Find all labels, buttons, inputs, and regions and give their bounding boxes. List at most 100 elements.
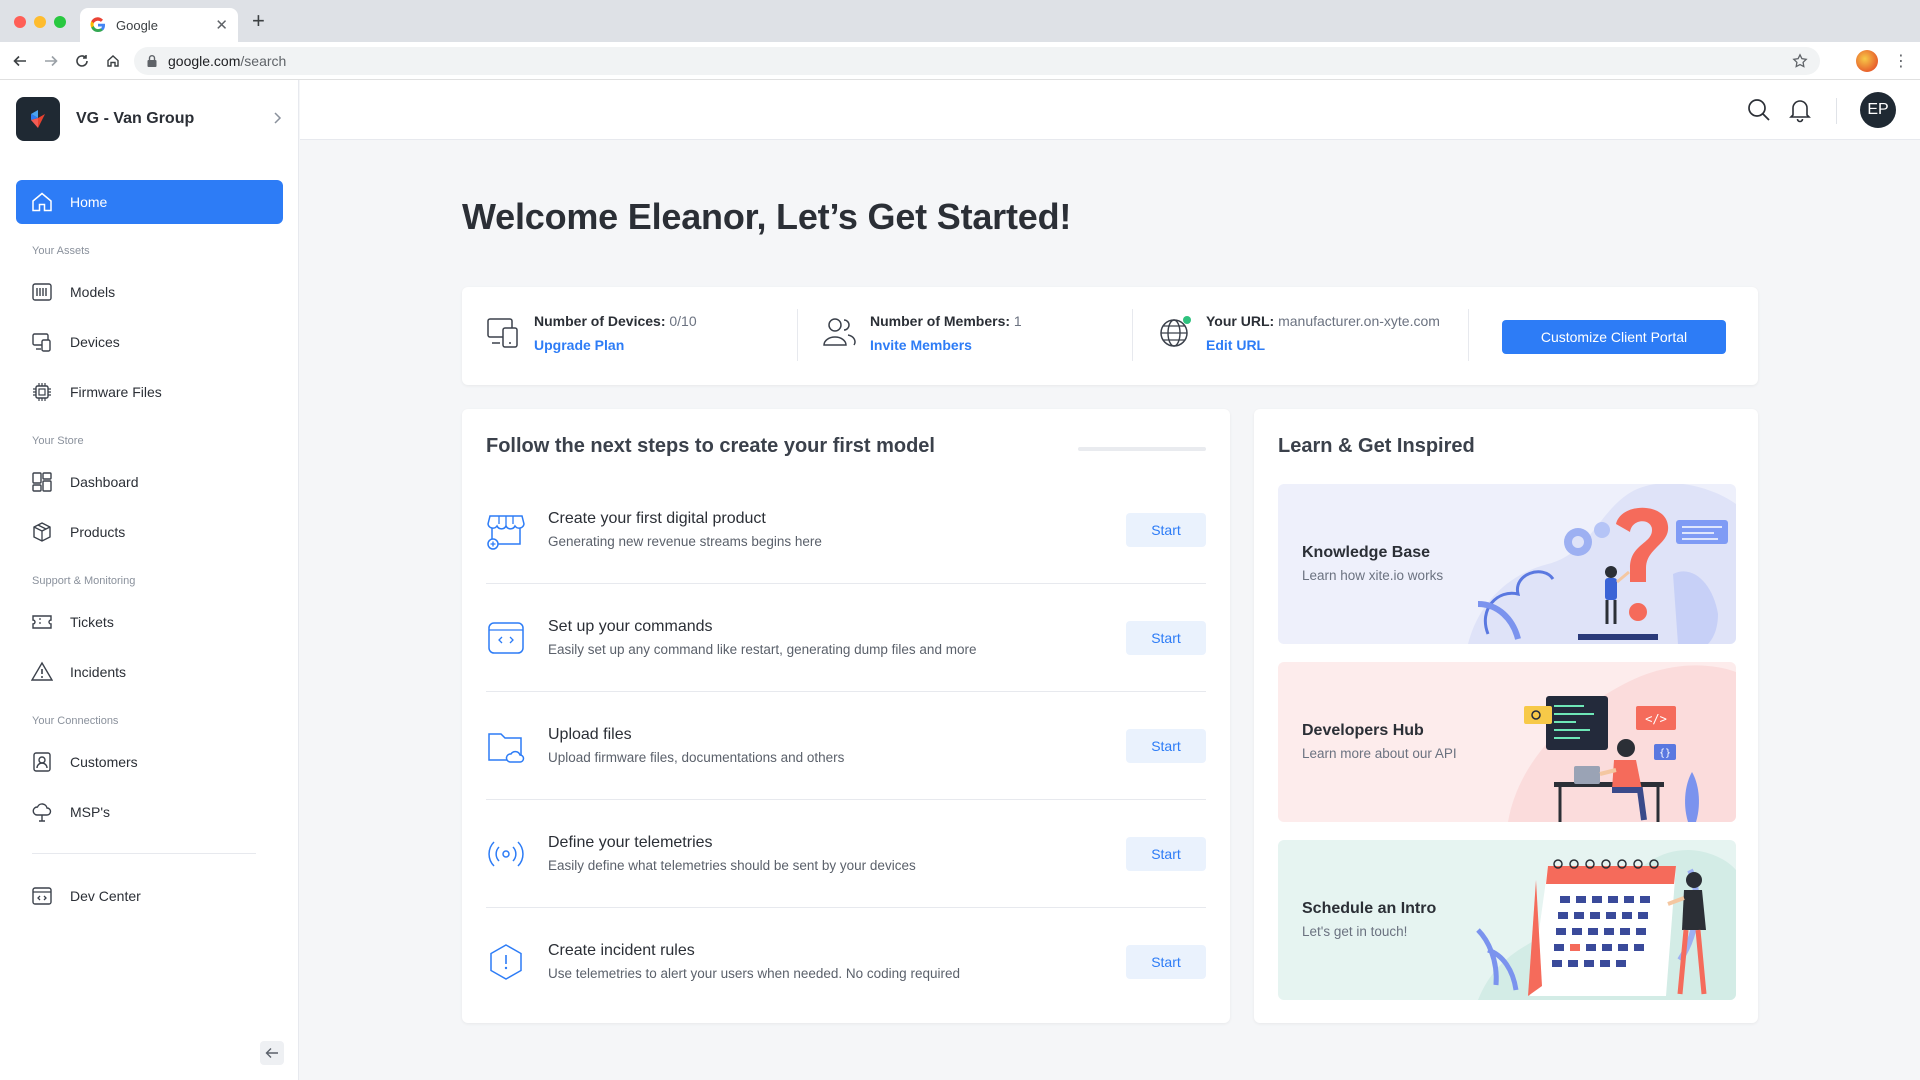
sidebar-item-msps[interactable]: MSP's xyxy=(16,790,283,834)
window-minimize-button[interactable] xyxy=(34,16,46,28)
developers-hub-illustration: </> {} xyxy=(1508,665,1736,822)
step-title: Define your telemetries xyxy=(548,834,713,851)
tile-description: Learn more about our API xyxy=(1302,746,1457,761)
dashboard-icon xyxy=(30,470,54,494)
sidebar-item-label: Tickets xyxy=(70,614,114,630)
bell-icon[interactable] xyxy=(1787,97,1813,123)
upgrade-plan-link[interactable]: Upgrade Plan xyxy=(534,337,624,353)
step-commands: Set up your commands Easily set up any c… xyxy=(486,584,1206,692)
reload-icon[interactable] xyxy=(72,51,92,71)
start-button[interactable]: Start xyxy=(1126,945,1206,979)
sidebar-item-label: Dev Center xyxy=(70,888,141,904)
avatar[interactable]: EP xyxy=(1860,92,1896,128)
members-label: Number of Members: xyxy=(870,313,1011,329)
start-button[interactable]: Start xyxy=(1126,513,1206,547)
ticket-icon xyxy=(30,610,54,634)
members-icon xyxy=(823,318,856,346)
section-label-support: Support & Monitoring xyxy=(32,575,136,587)
browser-menu-icon[interactable]: ⋮ xyxy=(1893,51,1909,71)
stat-divider xyxy=(797,309,798,361)
stat-members: Number of Members: 1 Invite Members xyxy=(822,313,1022,355)
sidebar-item-dev-center[interactable]: Dev Center xyxy=(16,874,283,918)
sidebar: VG - Van Group Home Your Assets Models D… xyxy=(0,80,299,1080)
page-title: Welcome Eleanor, Let’s Get Started! xyxy=(462,196,1072,237)
bookmark-star-icon[interactable] xyxy=(1792,53,1808,69)
sidebar-item-label: Home xyxy=(70,194,108,210)
stat-divider xyxy=(1132,309,1133,361)
sidebar-item-home[interactable]: Home xyxy=(16,180,283,224)
sidebar-item-firmware-files[interactable]: Firmware Files xyxy=(16,370,283,414)
sidebar-item-dashboard[interactable]: Dashboard xyxy=(16,460,283,504)
tab-close-icon[interactable]: ✕ xyxy=(215,16,228,34)
org-name: VG - Van Group xyxy=(76,110,195,127)
forward-icon[interactable] xyxy=(41,51,61,71)
step-title: Create your first digital product xyxy=(548,510,766,527)
tile-title: Developers Hub xyxy=(1302,722,1424,739)
learn-title: Learn & Get Inspired xyxy=(1278,435,1475,457)
start-button[interactable]: Start xyxy=(1126,837,1206,871)
step-title: Create incident rules xyxy=(548,942,695,959)
browser-profile-avatar[interactable] xyxy=(1856,50,1878,72)
globe-icon xyxy=(1160,316,1191,347)
browser-tab[interactable]: Google ✕ xyxy=(80,8,238,42)
models-icon xyxy=(30,280,54,304)
signal-icon xyxy=(488,841,524,867)
step-telemetries: Define your telemetries Easily define wh… xyxy=(486,800,1206,908)
customize-client-portal-button[interactable]: Customize Client Portal xyxy=(1502,320,1726,354)
stats-card: Number of Devices: 0/10 Upgrade Plan Num… xyxy=(462,287,1758,385)
devices-value: 0/10 xyxy=(669,313,697,329)
home-icon xyxy=(30,190,54,214)
learn-card: Learn & Get Inspired Knowledge Base Lear… xyxy=(1254,409,1758,1023)
sidebar-item-label: Devices xyxy=(70,334,120,350)
window-maximize-button[interactable] xyxy=(54,16,66,28)
tile-description: Learn how xite.io works xyxy=(1302,568,1444,583)
url-text: google.com/search xyxy=(168,53,286,69)
url-path: /search xyxy=(240,53,287,69)
google-icon xyxy=(90,17,105,33)
sidebar-item-label: Models xyxy=(70,284,116,300)
sidebar-item-models[interactable]: Models xyxy=(16,270,283,314)
section-label-connections: Your Connections xyxy=(32,715,119,727)
sidebar-item-devices[interactable]: Devices xyxy=(16,320,283,364)
org-switcher[interactable]: VG - Van Group xyxy=(16,97,283,141)
step-description: Easily set up any command like restart, … xyxy=(548,642,977,657)
code-window-icon xyxy=(488,622,524,654)
developers-hub-tile[interactable]: </> {} Developers Hub Learn more about o… xyxy=(1278,662,1736,822)
knowledge-base-tile[interactable]: Knowledge Base Learn how xite.io works xyxy=(1278,484,1736,644)
tile-title: Schedule an Intro xyxy=(1302,900,1437,917)
chevron-right-icon xyxy=(273,111,283,128)
sidebar-item-incidents[interactable]: Incidents xyxy=(16,650,283,694)
sidebar-item-customers[interactable]: Customers xyxy=(16,740,283,784)
search-icon[interactable] xyxy=(1746,97,1772,123)
steps-card: Follow the next steps to create your fir… xyxy=(462,409,1230,1023)
browser-toolbar: google.com/search ⋮ xyxy=(0,42,1920,80)
stat-devices: Number of Devices: 0/10 Upgrade Plan xyxy=(486,313,697,355)
devices-icon xyxy=(487,318,518,348)
alert-hexagon-icon xyxy=(490,944,522,980)
lock-icon xyxy=(147,55,157,67)
sidebar-item-label: Firmware Files xyxy=(70,384,162,400)
address-bar[interactable]: google.com/search xyxy=(134,47,1820,75)
cloud-icon xyxy=(30,800,54,824)
start-button[interactable]: Start xyxy=(1126,729,1206,763)
sidebar-item-products[interactable]: Products xyxy=(16,510,283,554)
knowledge-base-illustration xyxy=(1468,484,1736,644)
home-browser-icon[interactable] xyxy=(103,51,123,71)
members-value: 1 xyxy=(1013,313,1022,329)
schedule-intro-tile[interactable]: Schedule an Intro Let's get in touch! xyxy=(1278,840,1736,1000)
sidebar-item-label: Incidents xyxy=(70,664,127,680)
window-close-button[interactable] xyxy=(14,16,26,28)
stat-url: Your URL: manufacturer.on-xyte.com Edit … xyxy=(1158,313,1440,355)
step-description: Generating new revenue streams begins he… xyxy=(548,534,822,549)
step-description: Easily define what telemetries should be… xyxy=(548,858,916,873)
invite-members-link[interactable]: Invite Members xyxy=(870,337,972,353)
sidebar-item-tickets[interactable]: Tickets xyxy=(16,600,283,644)
back-icon[interactable] xyxy=(10,51,30,71)
collapse-sidebar-button[interactable] xyxy=(260,1041,284,1065)
step-upload-files: Upload files Upload firmware files, docu… xyxy=(486,692,1206,800)
sidebar-item-label: Dashboard xyxy=(70,474,139,490)
start-button[interactable]: Start xyxy=(1126,621,1206,655)
new-tab-button[interactable]: + xyxy=(252,10,265,32)
edit-url-link[interactable]: Edit URL xyxy=(1206,337,1265,353)
customer-icon xyxy=(30,750,54,774)
